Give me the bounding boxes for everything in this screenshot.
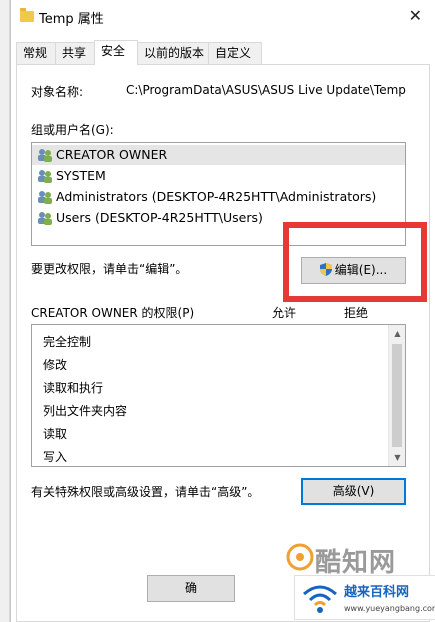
scroll-down-icon[interactable]: ▼	[389, 449, 405, 466]
scroll-up-icon[interactable]: ▲	[389, 325, 405, 342]
deny-column-header: 拒绝	[344, 306, 369, 320]
tab-customize[interactable]: 自定义	[208, 42, 262, 64]
object-name-label: 对象名称:	[31, 85, 84, 99]
site-badge: 越来百科网 www.yueyangbang.com	[294, 575, 435, 620]
advanced-button[interactable]: 高级(V)	[301, 478, 406, 505]
tab-sharing[interactable]: 共享	[55, 42, 95, 64]
tab-general[interactable]: 常规	[16, 42, 56, 64]
close-icon[interactable]: ✕	[409, 6, 422, 25]
group-row-system[interactable]: SYSTEM	[32, 166, 405, 186]
badge-url: www.yueyangbang.com	[344, 604, 435, 613]
tab-previous-versions[interactable]: 以前的版本	[137, 42, 209, 64]
group-row-administrators[interactable]: Administrators (DESKTOP-4R25HTT\Administ…	[32, 187, 405, 207]
advanced-hint: 有关特殊权限或高级设置，请单击“高级”。	[31, 485, 260, 499]
permission-item: 读取和执行	[43, 381, 104, 395]
group-name: CREATOR OWNER	[56, 147, 168, 162]
background-window-edge	[0, 0, 10, 622]
group-row-creator-owner[interactable]: CREATOR OWNER	[32, 145, 405, 165]
security-panel: 对象名称: C:\ProgramData\ASUS\ASUS Live Upda…	[16, 64, 430, 622]
users-icon	[38, 149, 52, 162]
annotation-highlight-box	[283, 222, 427, 302]
users-icon	[38, 212, 52, 225]
permissions-scrollbar[interactable]: ▲ ▼	[388, 325, 405, 466]
group-name: Administrators (DESKTOP-4R25HTT\Administ…	[56, 189, 377, 204]
scroll-thumb[interactable]	[392, 344, 402, 447]
wifi-icon	[303, 585, 337, 613]
users-icon	[38, 170, 52, 183]
properties-dialog: Temp 属性 ✕ 常规 共享 安全 以前的版本 自定义 对象名称: C:\Pr…	[10, 0, 435, 622]
permissions-list[interactable]: 完全控制 修改 读取和执行 列出文件夹内容 读取 写入 ▲ ▼	[31, 324, 406, 467]
users-icon	[38, 191, 52, 204]
tab-security[interactable]: 安全	[94, 40, 138, 65]
permission-item: 修改	[43, 358, 68, 372]
permission-item: 写入	[43, 450, 68, 464]
group-name: SYSTEM	[56, 168, 106, 183]
ok-button[interactable]: 确	[147, 575, 235, 602]
permissions-label: CREATOR OWNER 的权限(P)	[31, 306, 195, 320]
folder-icon	[20, 8, 34, 22]
permission-item: 列出文件夹内容	[43, 404, 128, 418]
groups-label: 组或用户名(G):	[31, 123, 114, 137]
allow-column-header: 允许	[272, 306, 297, 320]
window-title: Temp 属性	[39, 12, 104, 27]
permission-item: 完全控制	[43, 335, 92, 349]
permission-item: 读取	[43, 427, 68, 441]
title-bar: Temp 属性 ✕	[11, 0, 435, 34]
watermark-text: 酷知网	[315, 548, 397, 578]
object-name-value: C:\ProgramData\ASUS\ASUS Live Update\Tem…	[126, 83, 406, 97]
group-name: Users (DESKTOP-4R25HTT\Users)	[56, 210, 263, 225]
change-permissions-hint: 要更改权限，请单击“编辑”。	[31, 262, 188, 276]
badge-text: 越来百科网	[344, 585, 410, 600]
watermark-logo-icon	[286, 543, 314, 571]
